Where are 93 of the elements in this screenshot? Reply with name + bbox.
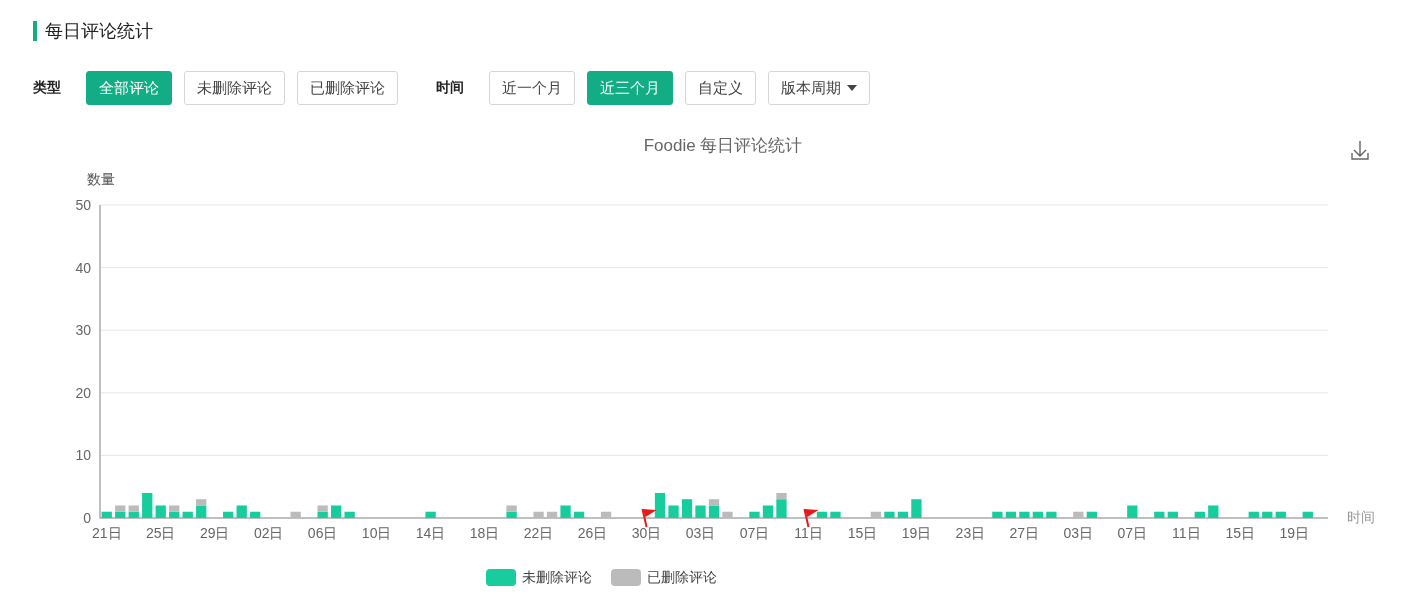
axis-tick-label: 11日 <box>1172 525 1201 541</box>
axis-tick-label: 21日 <box>91 525 122 541</box>
bar <box>884 511 895 518</box>
bar <box>1275 511 1286 518</box>
accent-bar <box>33 21 37 41</box>
axis-tick-label: 23日 <box>955 525 986 541</box>
axis-tick-label: 50 <box>75 197 91 213</box>
bar <box>600 511 612 518</box>
bar <box>1046 511 1057 518</box>
bar <box>1032 511 1043 518</box>
bar <box>911 499 922 518</box>
filter-button[interactable]: 已删除评论 <box>297 71 398 105</box>
axis-tick-label: 30日 <box>631 525 662 541</box>
bar <box>1073 511 1084 518</box>
filter-label: 类型 <box>33 79 61 97</box>
axis-tick-label: 0 <box>83 510 91 526</box>
axis-tick-label: 19日 <box>901 525 932 541</box>
axis-title: 数量 <box>87 171 115 187</box>
section-title: 每日评论统计 <box>45 20 153 43</box>
axis-tick-label: 11日 <box>794 525 823 541</box>
axis-tick-label: 22日 <box>523 525 554 541</box>
chart-title: Foodie 每日评论统计 <box>643 136 803 155</box>
bar <box>1005 511 1016 518</box>
axis-title: 时间 <box>1347 509 1375 525</box>
bar <box>1248 511 1259 518</box>
axis-tick-label: 02日 <box>253 525 284 541</box>
filter-button[interactable]: 自定义 <box>685 71 756 105</box>
bar <box>290 511 301 518</box>
axis-tick-label: 06日 <box>307 525 338 541</box>
bar <box>654 492 666 518</box>
bar <box>142 492 153 518</box>
axis-tick-label: 40 <box>75 259 91 276</box>
bar <box>681 499 693 518</box>
axis-tick-label: 30 <box>75 322 91 339</box>
filter-button[interactable]: 近一个月 <box>489 71 575 105</box>
bar <box>1208 505 1219 518</box>
axis-tick-label: 18日 <box>469 525 500 541</box>
axis-tick-label: 10 <box>75 447 91 464</box>
bar <box>870 511 882 518</box>
bar <box>992 511 1003 518</box>
bar <box>425 511 436 518</box>
axis-tick-label: 07日 <box>739 525 770 541</box>
axis-tick-label: 20 <box>75 384 91 401</box>
axis-tick-label: 10日 <box>361 525 392 541</box>
bar <box>816 511 828 518</box>
bar <box>668 505 679 518</box>
bar <box>722 511 733 518</box>
download-icon[interactable] <box>1351 140 1369 160</box>
filter-button[interactable]: 未删除评论 <box>184 71 285 105</box>
bar <box>344 511 355 518</box>
flag-icon <box>641 508 657 528</box>
flag-icon <box>803 508 819 528</box>
axis-tick-label: 19日 <box>1279 525 1310 541</box>
bar <box>573 511 585 518</box>
bar <box>182 511 193 518</box>
bar <box>830 511 841 518</box>
legend-swatch[interactable] <box>611 569 641 586</box>
bar <box>762 505 774 518</box>
axis-tick-label: 03日 <box>1063 525 1094 541</box>
axis-tick-label: 15日 <box>1225 525 1256 541</box>
axis-tick-label: 25日 <box>145 525 176 541</box>
bar <box>1167 511 1178 518</box>
bar <box>1019 511 1030 518</box>
axis-tick-label: 29日 <box>199 525 230 541</box>
bar <box>1086 511 1097 518</box>
bar <box>533 511 544 518</box>
bar <box>1194 511 1205 518</box>
legend-swatch[interactable] <box>486 569 516 586</box>
axis-tick-label: 26日 <box>577 525 608 541</box>
bar <box>236 505 247 518</box>
bar <box>1154 511 1165 518</box>
bar <box>331 505 342 518</box>
bar <box>695 505 706 518</box>
bar <box>1127 505 1138 518</box>
filter-label: 时间 <box>436 79 464 97</box>
bar <box>1262 511 1273 518</box>
bar <box>749 511 760 518</box>
bar <box>223 511 234 518</box>
axis-tick-label: 27日 <box>1009 525 1040 541</box>
bar <box>250 511 261 518</box>
legend-label[interactable]: 已删除评论 <box>647 569 717 585</box>
bar <box>546 511 558 518</box>
bar <box>155 505 166 518</box>
bar <box>1302 511 1313 518</box>
dropdown-button[interactable]: 版本周期 <box>768 71 870 105</box>
axis-tick-label: 15日 <box>847 525 878 541</box>
bar <box>101 511 112 518</box>
axis-tick-label: 03日 <box>685 525 716 541</box>
legend-label[interactable]: 未删除评论 <box>522 569 592 585</box>
axis-tick-label: 14日 <box>415 525 446 541</box>
bar <box>897 511 909 518</box>
axis-tick-label: 07日 <box>1117 525 1148 541</box>
bar <box>560 505 571 518</box>
